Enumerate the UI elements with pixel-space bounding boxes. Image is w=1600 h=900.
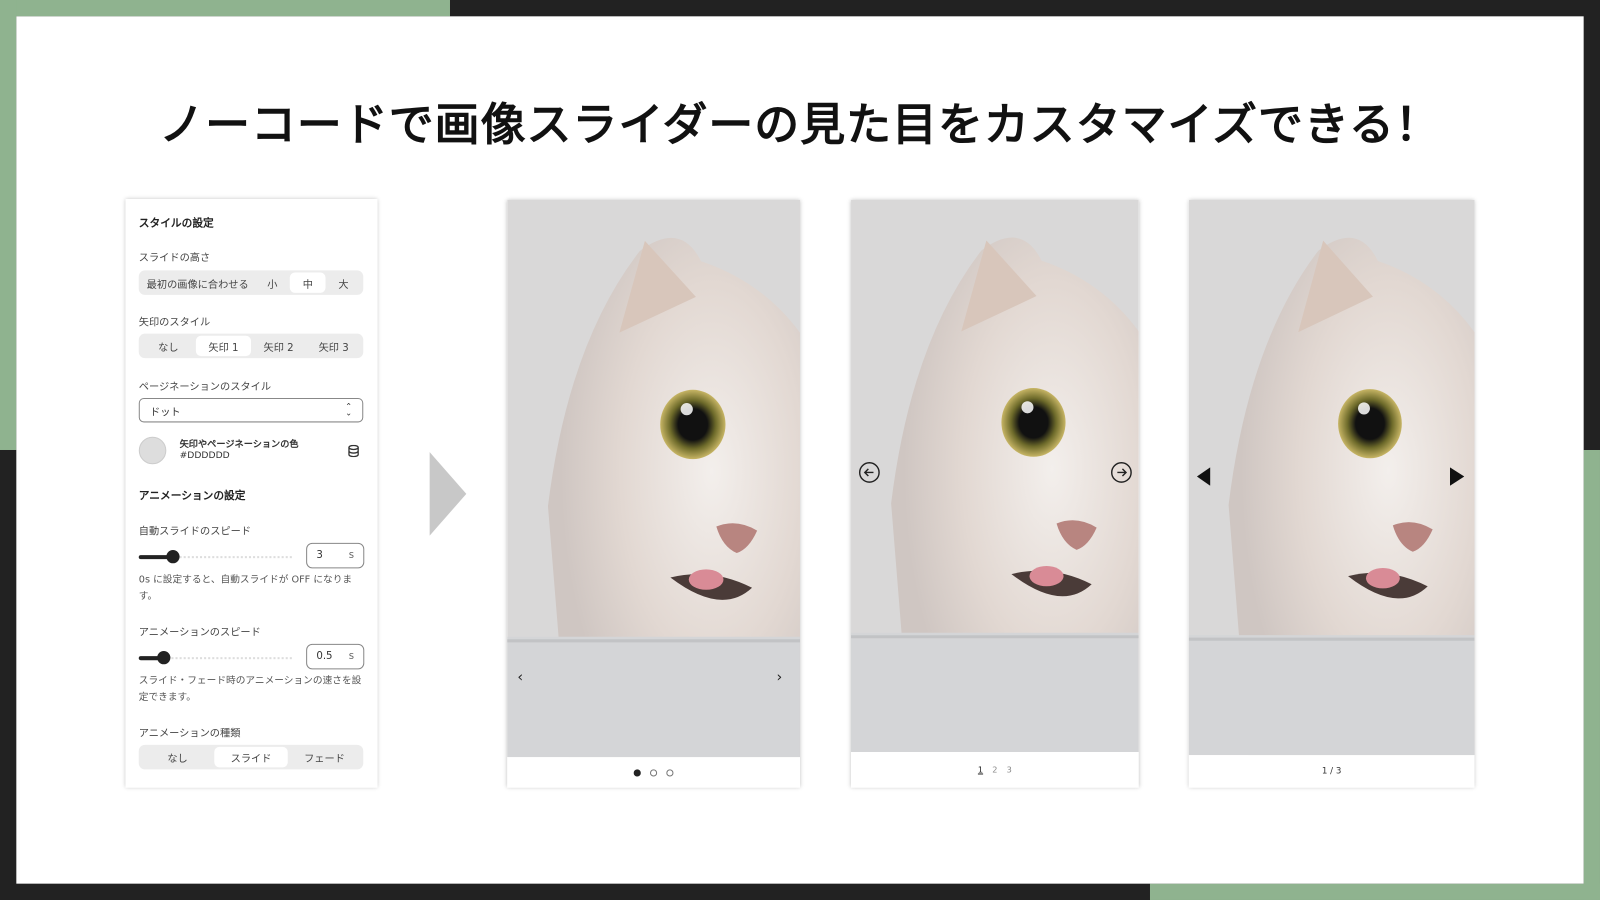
cat-image xyxy=(851,199,1139,753)
slide-height-label: スライドの高さ xyxy=(138,253,211,265)
page-number[interactable]: 2 xyxy=(992,765,997,774)
color-swatch[interactable] xyxy=(138,436,167,465)
anim-type-label: アニメーションの種類 xyxy=(138,728,241,740)
anim-speed-unit: s xyxy=(348,651,355,663)
pagination-fraction: 1 / 3 xyxy=(1321,766,1342,777)
animation-heading: アニメーションの設定 xyxy=(138,489,246,503)
option-fade[interactable]: フェード xyxy=(288,747,361,767)
slider-preview-fraction: 1 / 3 xyxy=(1188,199,1475,788)
auto-speed-slider[interactable] xyxy=(138,549,292,564)
chevron-right-icon[interactable]: › xyxy=(777,669,783,685)
pagination-dots xyxy=(507,757,800,788)
slider-handle[interactable] xyxy=(166,549,180,564)
anim-speed-input[interactable]: 0.5 s xyxy=(306,643,365,670)
page-title: ノーコードで画像スライダーの見た目をカスタマイズできる！ xyxy=(159,98,1441,152)
cat-image xyxy=(1188,199,1475,756)
auto-speed-input[interactable]: 3 s xyxy=(306,542,365,569)
slider-preview-dots: ‹ › xyxy=(507,199,800,788)
anim-speed-value: 0.5 xyxy=(316,651,333,663)
pagination-style-label: ページネーションのスタイル xyxy=(138,381,272,393)
slider-preview-numbers: 1 2 3 xyxy=(851,199,1139,788)
anim-speed-help: スライド・フェード時のアニメーションの速さを設定できます。 xyxy=(138,675,362,704)
frame-green-right xyxy=(1583,449,1600,900)
pagination-style-select[interactable]: ドット ⌃ ⌄ xyxy=(138,397,364,423)
option-medium[interactable]: 中 xyxy=(290,272,326,293)
next-step-arrow-icon xyxy=(429,452,467,536)
option-none[interactable]: なし xyxy=(141,747,214,767)
cat-image xyxy=(507,199,800,758)
option-slide[interactable]: スライド xyxy=(214,746,288,768)
slider-handle[interactable] xyxy=(157,651,171,665)
auto-speed-value: 3 xyxy=(316,549,323,562)
page-number[interactable]: 3 xyxy=(1007,765,1012,774)
color-value: #DDDDDD xyxy=(179,451,230,462)
option-none[interactable]: なし xyxy=(141,336,196,356)
auto-speed-unit: s xyxy=(348,549,355,562)
frame-green-bottom xyxy=(1149,883,1600,900)
style-heading: スタイルの設定 xyxy=(138,217,214,230)
circle-arrow-right-icon[interactable] xyxy=(1110,461,1132,483)
database-icon[interactable] xyxy=(348,442,359,461)
option-arrow-2[interactable]: 矢印 2 xyxy=(251,336,306,356)
frame-green-left xyxy=(0,0,17,450)
anim-speed-slider[interactable] xyxy=(138,651,292,665)
pagination-dot[interactable] xyxy=(666,768,674,777)
frame-green-top xyxy=(0,0,450,17)
anim-type-segment: なし スライド フェード xyxy=(138,744,364,770)
select-updown-icon: ⌃ ⌄ xyxy=(345,402,353,418)
slide-height-segment: 最初の画像に合わせる 小 中 大 xyxy=(138,270,364,295)
pagination-dot[interactable] xyxy=(633,768,641,777)
option-arrow-3[interactable]: 矢印 3 xyxy=(306,336,361,356)
option-small[interactable]: 小 xyxy=(255,272,291,292)
settings-panel: スタイルの設定 スライドの高さ 最初の画像に合わせる 小 中 大 矢印のスタイル… xyxy=(125,198,378,788)
option-fit-first[interactable]: 最初の画像に合わせる xyxy=(141,272,255,292)
auto-speed-label: 自動スライドのスピード xyxy=(138,526,252,538)
chevron-left-icon[interactable]: ‹ xyxy=(517,669,523,685)
triangle-right-icon[interactable] xyxy=(1449,467,1465,486)
option-arrow-1[interactable]: 矢印 1 xyxy=(195,335,252,357)
pagination-style-value: ドット xyxy=(149,406,181,418)
color-label: 矢印やページネーションの色 xyxy=(179,439,299,450)
triangle-left-icon[interactable] xyxy=(1196,467,1211,486)
auto-speed-help: 0s に設定すると、自動スライドが OFF になります。 xyxy=(138,574,353,603)
page-number[interactable]: 1 xyxy=(978,765,983,774)
circle-arrow-left-icon[interactable] xyxy=(858,461,880,483)
anim-speed-label: アニメーションのスピード xyxy=(138,627,261,639)
pagination-numbers: 1 2 3 xyxy=(851,752,1139,788)
option-large[interactable]: 大 xyxy=(326,272,362,292)
arrow-style-label: 矢印のスタイル xyxy=(138,317,211,329)
arrow-style-segment: なし 矢印 1 矢印 2 矢印 3 xyxy=(138,333,364,359)
pagination-dot[interactable] xyxy=(649,768,658,777)
